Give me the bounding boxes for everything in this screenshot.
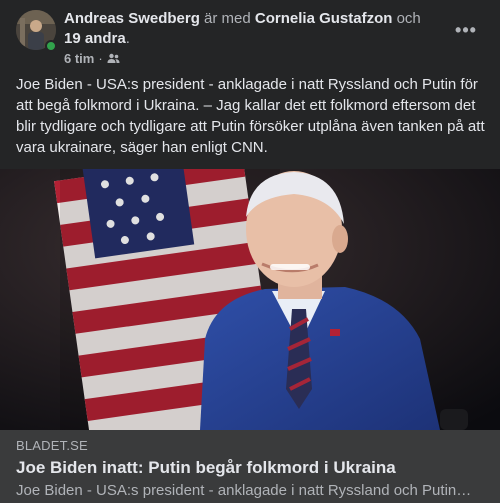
- others-link[interactable]: 19 andra: [64, 30, 126, 47]
- facebook-post: Andreas Swedberg är med Cornelia Gustafz…: [0, 0, 500, 503]
- link-preview-image[interactable]: [0, 169, 500, 430]
- link-domain: BLADET.SE: [16, 438, 88, 453]
- post-timestamp[interactable]: 6 tim: [64, 51, 94, 66]
- friends-icon[interactable]: [107, 53, 120, 64]
- post-meta: 6 tim ·: [64, 51, 120, 66]
- post-body-text: Joe Biden - USA:s president - anklagade …: [16, 76, 485, 156]
- more-options-button[interactable]: •••: [452, 16, 480, 44]
- biden-photo: [0, 169, 500, 430]
- online-status-dot: [45, 40, 57, 52]
- tagged-person-link[interactable]: Cornelia Gustafzon: [255, 10, 393, 27]
- link-description: Joe Biden - USA:s president - anklagade …: [16, 482, 472, 499]
- post-header: Andreas Swedberg är med Cornelia Gustafz…: [0, 0, 500, 68]
- and-text: och: [396, 10, 421, 27]
- with-text: är med: [204, 10, 251, 27]
- period: .: [125, 30, 130, 47]
- meta-separator: ·: [98, 51, 103, 66]
- author-name-link[interactable]: Andreas Swedberg: [64, 10, 200, 27]
- link-title[interactable]: Joe Biden inatt: Putin begår folkmord i …: [16, 458, 396, 478]
- post-header-text: Andreas Swedberg är med Cornelia Gustafz…: [64, 9, 424, 49]
- more-horizontal-icon: •••: [455, 19, 477, 40]
- link-preview-card[interactable]: BLADET.SE Joe Biden inatt: Putin begår f…: [0, 430, 500, 503]
